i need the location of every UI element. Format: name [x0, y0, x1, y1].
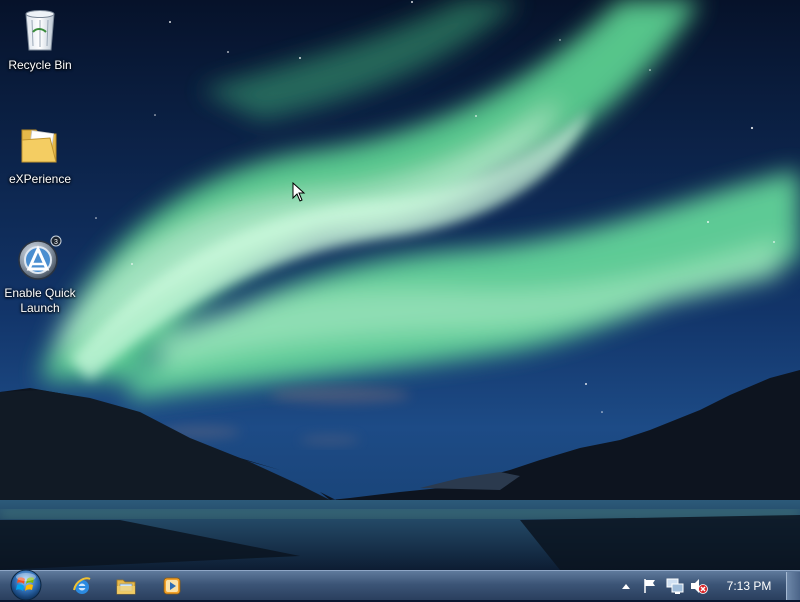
svg-text:3: 3 [54, 239, 58, 246]
desktop-wallpaper [0, 0, 800, 570]
taskbar-pinned-media-player[interactable] [153, 573, 191, 599]
show-hidden-icons-arrow-icon [622, 584, 630, 589]
desktop-icon-enable-quick-launch[interactable]: 3 Enable Quick Launch [0, 234, 80, 316]
taskbar-clock[interactable]: 7:13 PM [716, 571, 782, 601]
folder-icon [21, 129, 57, 163]
recycle-bin-icon [25, 10, 55, 51]
desktop-icon-experience[interactable]: eXPerience [0, 120, 80, 187]
tray-volume[interactable] [688, 571, 710, 601]
taskbar-pinned-windows-explorer[interactable] [107, 573, 145, 599]
show-hidden-icons-button[interactable] [619, 571, 633, 601]
launcher-icon: 3 [18, 235, 62, 280]
mouse-cursor-icon [292, 182, 306, 202]
volume-muted-icon [691, 579, 708, 594]
desktop-icon-label: eXPerience [8, 172, 72, 186]
tray-network[interactable] [664, 571, 686, 601]
taskbar: 7:13 PM [0, 568, 800, 602]
network-icon [666, 578, 684, 594]
desktop-icon-label: Enable Quick Launch [4, 286, 76, 315]
taskbar-pinned-internet-explorer[interactable] [63, 573, 101, 599]
internet-explorer-icon [73, 577, 91, 594]
action-center-flag-icon [644, 579, 655, 593]
windows-start-orb-icon[interactable] [6, 568, 46, 602]
show-desktop-button[interactable] [786, 572, 800, 600]
desktop-icon-label: Recycle Bin [8, 58, 72, 72]
windows-explorer-icon [116, 579, 136, 595]
desktop-icon-recycle-bin[interactable]: Recycle Bin [0, 6, 80, 73]
tray-action-center[interactable] [640, 571, 660, 601]
media-player-icon [163, 577, 181, 595]
